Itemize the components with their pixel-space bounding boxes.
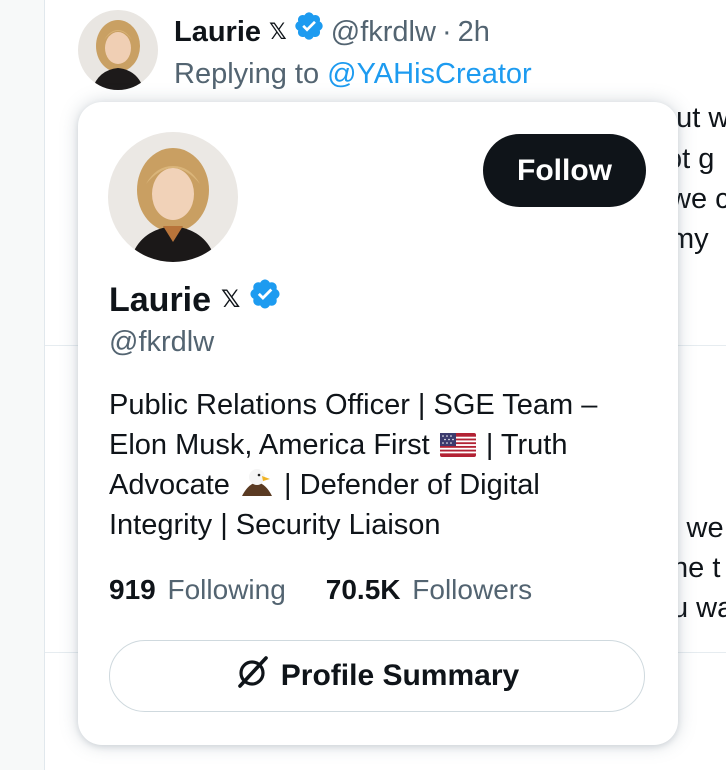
tweet-header: Laurie 𝕏 @fkrdlw · 2h	[174, 10, 490, 53]
background-tweet-text: we c	[670, 183, 726, 215]
follow-button[interactable]: Follow	[483, 134, 646, 207]
replying-prefix: Replying to	[174, 58, 320, 90]
verified-badge-icon	[248, 277, 282, 322]
profile-bio: Public Relations Officer | SGE Team – El…	[109, 385, 649, 545]
profile-stats: 919 Following 70.5K Followers	[109, 570, 532, 610]
profile-hover-card: Follow Laurie 𝕏 @fkrdlw Public Relations…	[78, 102, 678, 745]
background-tweet-text: he t	[672, 552, 721, 584]
replying-to-line: Replying to @YAHisCreator	[174, 54, 532, 94]
profile-name-row: Laurie 𝕏	[109, 277, 282, 322]
replying-to-link[interactable]: @YAHisCreator	[327, 58, 532, 90]
profile-avatar[interactable]	[108, 132, 238, 262]
profile-summary-button[interactable]: Profile Summary	[109, 640, 645, 712]
followers-stat[interactable]: 70.5K Followers	[326, 570, 532, 610]
profile-name[interactable]: Laurie	[109, 278, 211, 322]
following-label: Following	[167, 574, 286, 605]
followers-count: 70.5K	[325, 574, 401, 605]
following-count: 919	[109, 574, 156, 605]
x-affiliate-icon: 𝕏	[269, 18, 287, 44]
tweet-author-avatar[interactable]	[78, 10, 158, 90]
followers-label: Followers	[412, 574, 533, 605]
following-stat[interactable]: 919 Following	[109, 570, 286, 610]
x-affiliate-icon: 𝕏	[221, 285, 241, 313]
profile-summary-label: Profile Summary	[280, 659, 520, 692]
tweet-handle[interactable]: @fkrdlw	[331, 12, 436, 52]
tweet-timestamp[interactable]: 2h	[458, 12, 490, 52]
background-tweet-text: u wa	[672, 592, 726, 624]
verified-badge-icon	[293, 10, 325, 53]
profile-handle[interactable]: @fkrdlw	[109, 324, 214, 360]
eagle-icon	[240, 466, 274, 500]
us-flag-icon	[439, 428, 476, 457]
separator-dot: ·	[441, 15, 452, 48]
grok-icon	[235, 654, 271, 698]
tweet-author-name[interactable]: Laurie	[174, 12, 261, 52]
